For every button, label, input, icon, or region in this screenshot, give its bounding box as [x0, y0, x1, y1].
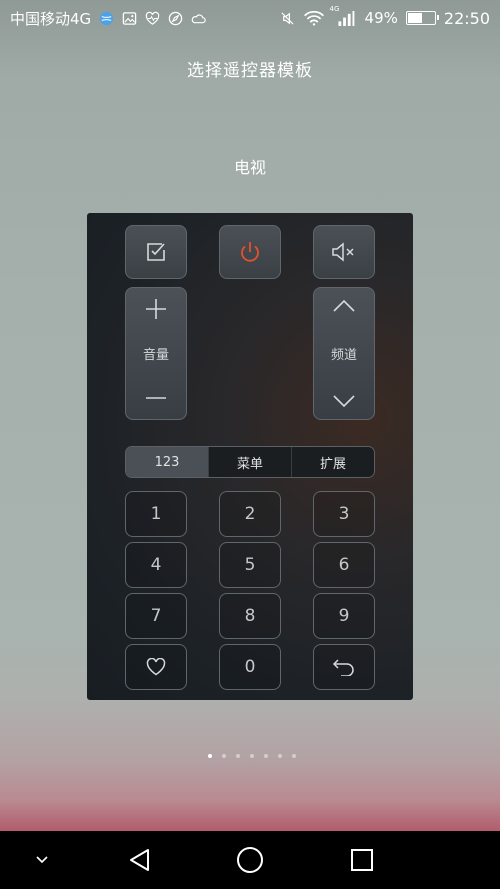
heart-monitor-icon [145, 11, 160, 26]
battery-icon [405, 11, 439, 25]
tab-extend[interactable]: 扩展 [291, 447, 374, 477]
channel-up-button[interactable] [332, 298, 356, 314]
key-2[interactable]: 2 [219, 491, 281, 537]
page-dot[interactable] [208, 754, 212, 758]
volume-label: 音量 [142, 348, 169, 363]
image-icon [122, 11, 137, 26]
page-dot[interactable] [292, 754, 296, 758]
compass-icon [168, 11, 183, 26]
chevron-down-icon [332, 393, 356, 409]
mute-button[interactable] [313, 225, 375, 279]
minus-icon [145, 387, 167, 409]
chevron-up-icon [332, 298, 356, 314]
page-dot[interactable] [236, 754, 240, 758]
back-icon [332, 658, 356, 676]
key-0[interactable]: 0 [219, 644, 281, 690]
page-dot[interactable] [222, 754, 226, 758]
page-dot[interactable] [278, 754, 282, 758]
remote-tabs: 123 菜单 扩展 [125, 446, 375, 478]
battery-fill [407, 13, 422, 23]
network-badge: 4G [329, 4, 340, 13]
check-icon [145, 241, 167, 263]
remote-template-card[interactable]: 音量 频道 123 菜单 扩展 1 2 3 4 5 6 7 8 9 0 [87, 213, 413, 700]
page-indicator [0, 754, 500, 758]
page-title: 选择遥控器模板 [187, 61, 313, 81]
key-1[interactable]: 1 [125, 491, 187, 537]
key-4[interactable]: 4 [125, 542, 187, 588]
globe-icon [99, 11, 114, 26]
volume-up-button[interactable] [145, 298, 167, 320]
volume-rocker: 音量 [125, 287, 187, 420]
key-6[interactable]: 6 [313, 542, 375, 588]
back-triangle-icon [127, 847, 153, 873]
nav-back-button[interactable] [122, 831, 158, 889]
select-check-button[interactable] [125, 225, 187, 279]
mute-icon [330, 241, 358, 263]
cloud-icon [191, 11, 206, 26]
chevron-down-icon [35, 855, 49, 865]
power-button[interactable] [219, 225, 281, 279]
key-5[interactable]: 5 [219, 542, 281, 588]
channel-rocker: 频道 [313, 287, 375, 420]
power-icon [238, 240, 262, 264]
heart-icon [146, 658, 166, 676]
volume-down-button[interactable] [145, 387, 167, 409]
signal-icon: 4G [330, 5, 357, 26]
plus-icon [145, 298, 167, 320]
carrier-label: 中国移动4G [10, 9, 92, 28]
key-8[interactable]: 8 [219, 593, 281, 639]
home-circle-icon [236, 846, 264, 874]
wifi-icon [303, 10, 325, 26]
status-bar: 中国移动4G 4G 49% 22:50 [0, 0, 500, 36]
return-button[interactable] [313, 644, 375, 690]
mute-icon [280, 11, 295, 26]
page-dot[interactable] [250, 754, 254, 758]
tab-numbers[interactable]: 123 [126, 447, 208, 477]
nav-recents-button[interactable] [344, 831, 380, 889]
navigation-bar [0, 831, 500, 889]
channel-down-button[interactable] [332, 393, 356, 409]
recents-square-icon [350, 848, 374, 872]
nav-home-button[interactable] [232, 831, 268, 889]
tab-menu[interactable]: 菜单 [208, 447, 291, 477]
channel-label: 频道 [330, 348, 357, 363]
clock: 22:50 [443, 8, 490, 28]
nav-collapse-button[interactable] [28, 831, 56, 889]
battery-percent: 49% [364, 9, 398, 27]
key-3[interactable]: 3 [313, 491, 375, 537]
device-name: 电视 [233, 158, 266, 177]
key-9[interactable]: 9 [313, 593, 375, 639]
favorite-button[interactable] [125, 644, 187, 690]
page-dot[interactable] [264, 754, 268, 758]
key-7[interactable]: 7 [125, 593, 187, 639]
